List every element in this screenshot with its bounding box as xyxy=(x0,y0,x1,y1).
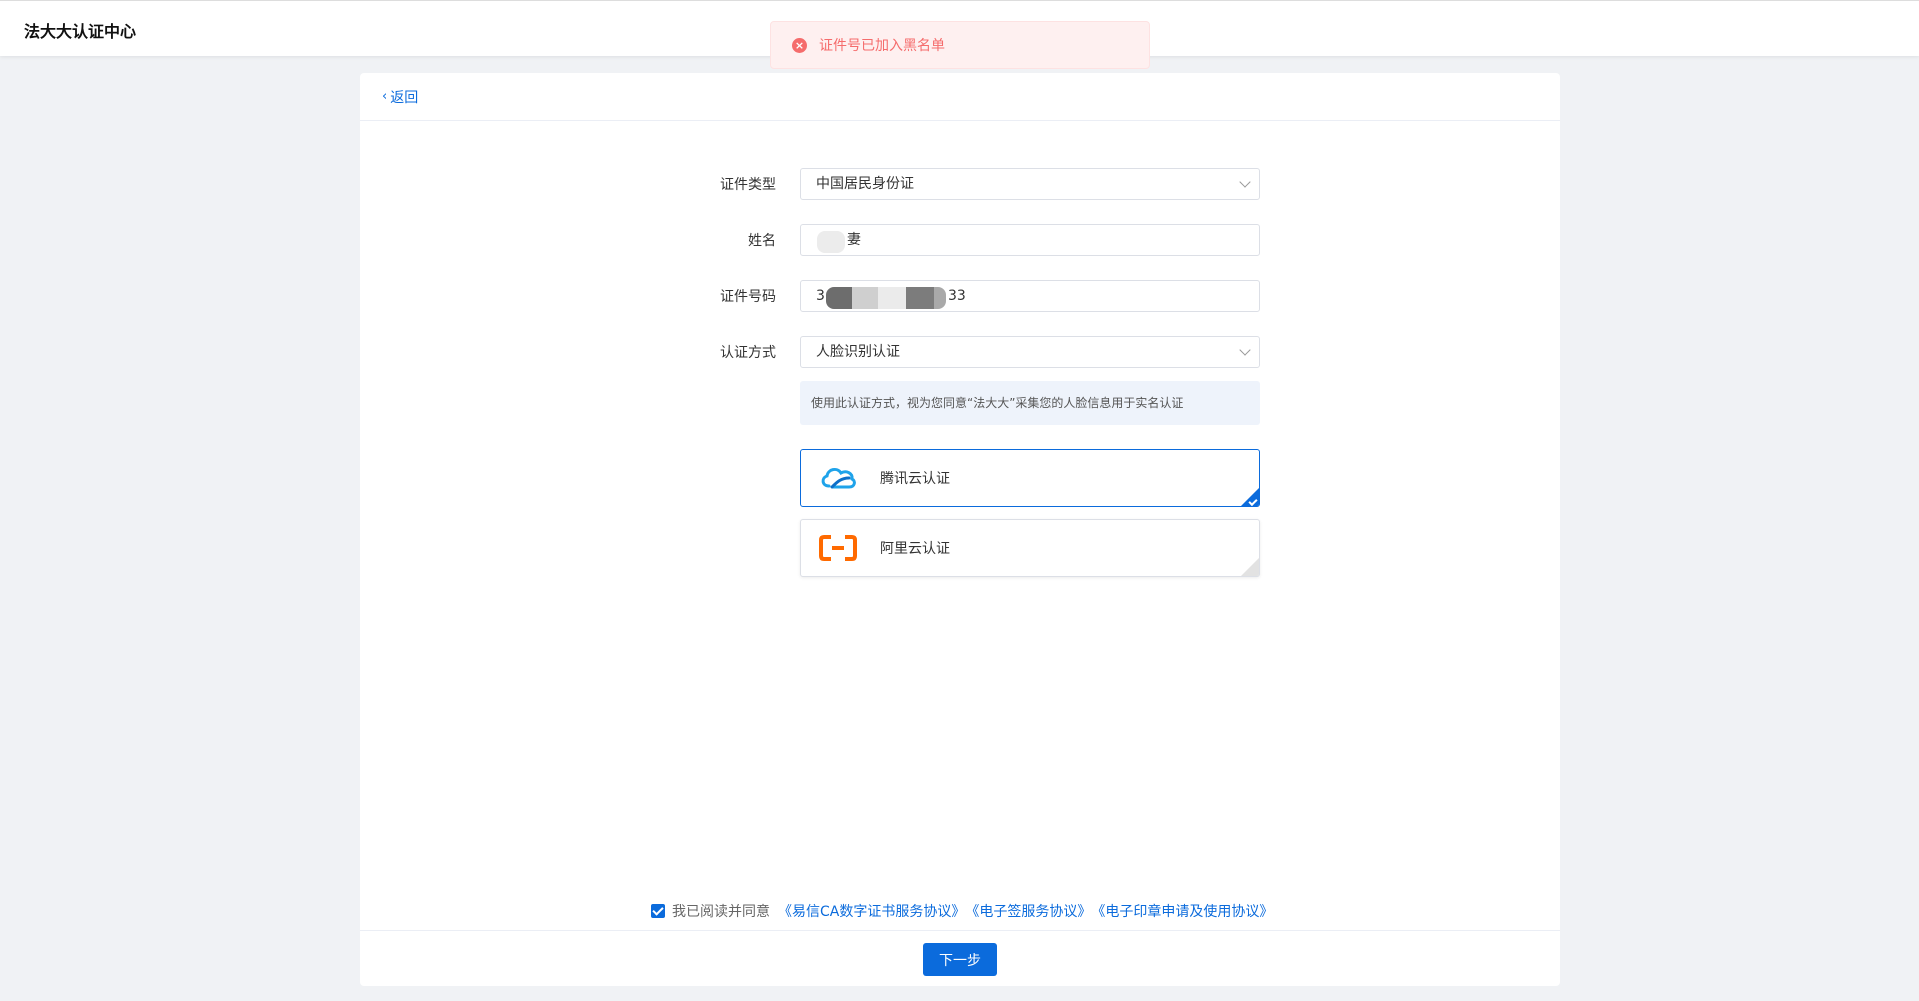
aliyun-icon xyxy=(819,535,857,561)
footer-divider xyxy=(360,930,1560,931)
row-auth-method: 认证方式 人脸识别认证 xyxy=(360,336,1260,368)
back-label: 返回 xyxy=(390,89,419,106)
app-title: 法大大认证中心 xyxy=(24,22,137,41)
redacted-blur xyxy=(878,287,906,309)
row-id-number: 证件号码 3 33 xyxy=(360,280,1260,312)
id-number-prefix: 3 xyxy=(816,288,825,304)
id-number-suffix: 33 xyxy=(948,288,966,304)
next-button[interactable]: 下一步 xyxy=(923,943,997,976)
provider-label: 腾讯云认证 xyxy=(880,471,950,487)
agreement-link-seal[interactable]: 《电子印章申请及使用协议》 xyxy=(1091,901,1273,921)
name-value-suffix: 妻 xyxy=(847,232,861,248)
chevron-left-icon: ‹ xyxy=(382,89,388,104)
id-type-select[interactable]: 中国居民身份证 xyxy=(800,168,1260,200)
name-input[interactable]: 妻 xyxy=(800,224,1260,256)
chevron-down-icon xyxy=(1239,176,1251,188)
redacted-blur xyxy=(826,287,852,309)
auth-method-label: 认证方式 xyxy=(720,345,776,361)
chevron-down-icon xyxy=(1239,344,1251,356)
provider-tencent-cloud[interactable]: 腾讯云认证 xyxy=(800,449,1260,507)
auth-method-select[interactable]: 人脸识别认证 xyxy=(800,336,1260,368)
redacted-blur xyxy=(817,231,845,253)
consent-hint: 使用此认证方式，视为您同意“法大大”采集您的人脸信息用于实名认证 xyxy=(800,381,1260,425)
agreement-checkbox[interactable] xyxy=(651,904,665,918)
agreement-prefix: 我已阅读并同意 xyxy=(672,904,770,920)
provider-aliyun[interactable]: 阿里云认证 xyxy=(800,519,1260,577)
error-toast: × 证件号已加入黑名单 xyxy=(770,21,1150,69)
auth-method-value: 人脸识别认证 xyxy=(816,344,900,360)
error-icon: × xyxy=(792,37,807,53)
id-type-label: 证件类型 xyxy=(720,177,776,193)
agreement-row: 我已阅读并同意 《易信CA数字证书服务协议》 《电子签服务协议》 《电子印章申请… xyxy=(651,901,1273,921)
agreement-link-esign[interactable]: 《电子签服务协议》 xyxy=(965,901,1091,921)
redacted-blur xyxy=(906,287,934,309)
id-number-label: 证件号码 xyxy=(720,289,776,305)
redacted-blur xyxy=(934,287,946,309)
unselected-corner xyxy=(1241,558,1259,576)
id-type-value: 中国居民身份证 xyxy=(816,176,914,192)
card-header: ‹ 返回 xyxy=(360,73,1560,121)
row-id-type: 证件类型 中国居民身份证 xyxy=(360,168,1260,200)
toast-message: 证件号已加入黑名单 xyxy=(819,38,945,54)
name-label: 姓名 xyxy=(748,233,776,249)
agreement-link-ca[interactable]: 《易信CA数字证书服务协议》 xyxy=(778,901,965,921)
row-name: 姓名 妻 xyxy=(360,224,1260,256)
tencent-cloud-icon xyxy=(821,467,856,489)
id-number-input[interactable]: 3 33 xyxy=(800,280,1260,312)
back-button[interactable]: ‹ 返回 xyxy=(382,87,418,107)
redacted-blur xyxy=(852,287,878,309)
provider-label: 阿里云认证 xyxy=(880,541,950,557)
